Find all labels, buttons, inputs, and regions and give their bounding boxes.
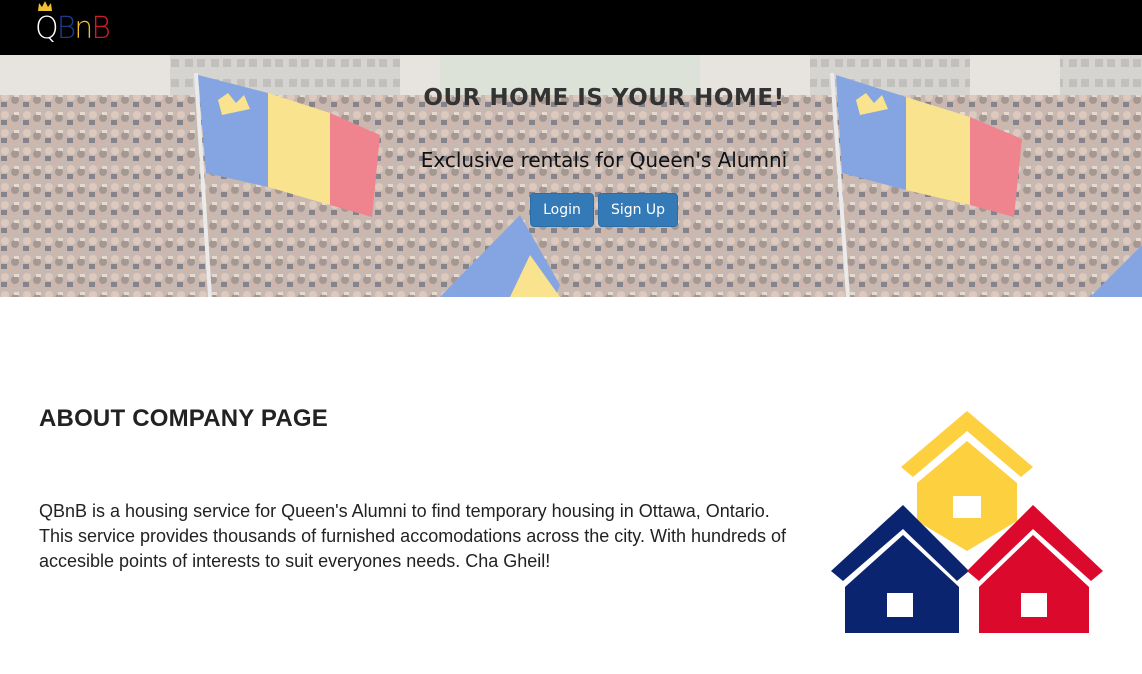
sign-up-button[interactable]: Sign Up [598, 193, 678, 227]
logo-letter-q: Q [35, 11, 59, 46]
crown-icon [38, 1, 52, 11]
hero-title: OUR HOME IS YOUR HOME! [423, 85, 785, 111]
logo-letter-n: n [74, 11, 93, 46]
hero-subtitle: Exclusive rentals for Queen's Alumni [420, 148, 788, 172]
logo-letter-b-red: B [91, 11, 111, 46]
about-description: QBnB is a housing service for Queen's Al… [39, 501, 787, 571]
hero-banner: OUR HOME IS YOUR HOME! Exclusive rentals… [0, 55, 1142, 297]
about-title: ABOUT COMPANY PAGE [39, 405, 328, 432]
logo-text: QBnB [35, 11, 111, 46]
login-button[interactable]: Login [530, 193, 594, 227]
about-section: ABOUT COMPANY PAGE QBnB is a housing ser… [0, 297, 1142, 674]
logo-letter-b: B [56, 11, 77, 46]
houses-logo-icon [831, 411, 1103, 633]
navbar: QBnB [0, 0, 1142, 55]
brand-logo[interactable]: QBnB [34, 0, 111, 55]
